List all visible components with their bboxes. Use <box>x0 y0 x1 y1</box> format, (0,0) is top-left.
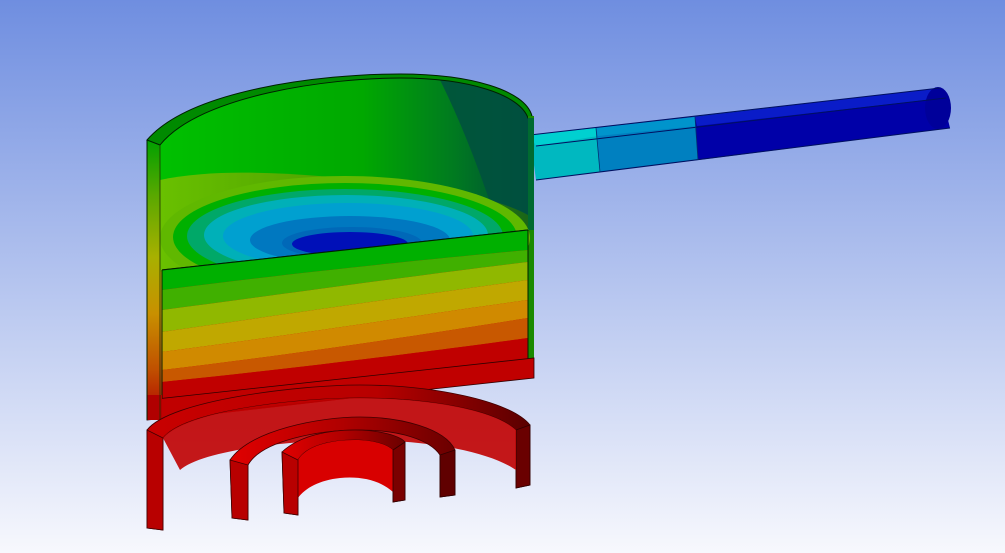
graphics-viewport[interactable] <box>0 0 1005 553</box>
pan-body[interactable] <box>146 73 535 421</box>
